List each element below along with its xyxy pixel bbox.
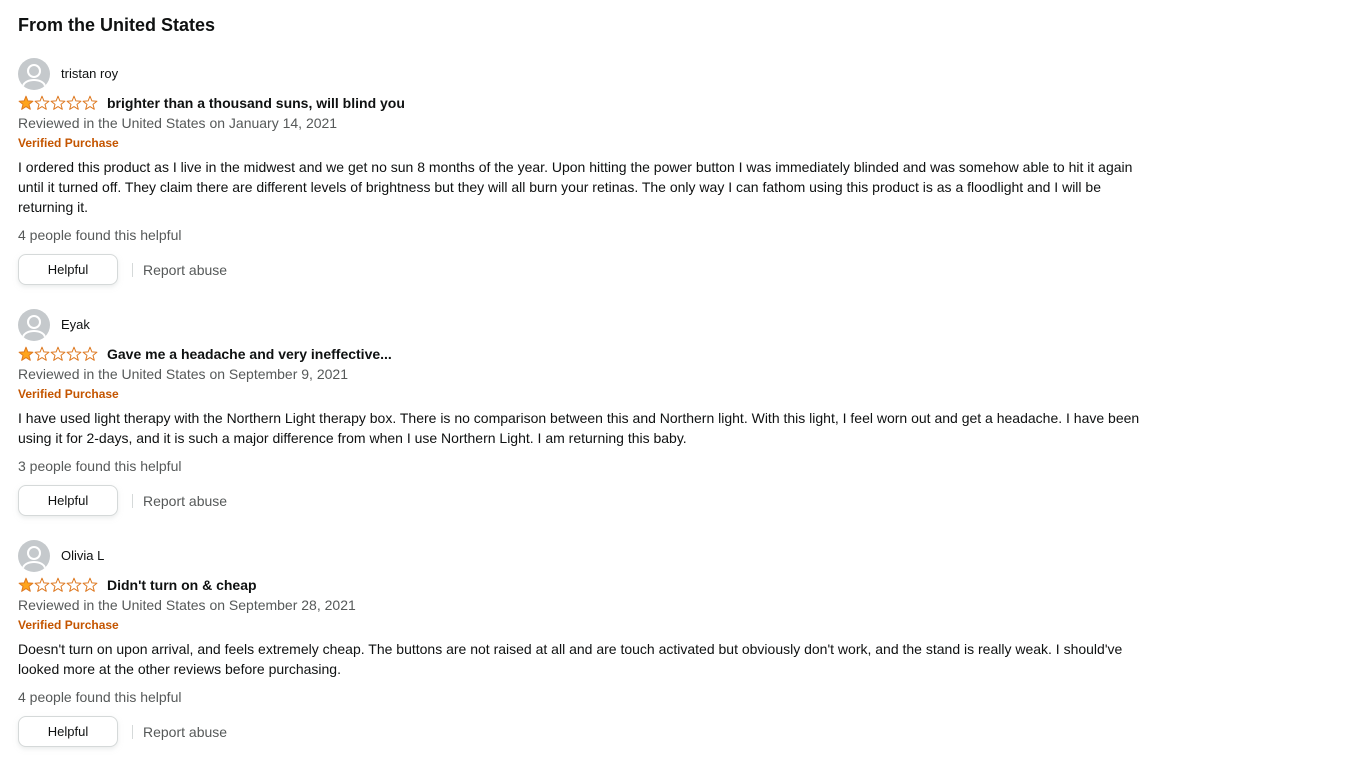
star-empty-icon <box>82 577 98 592</box>
reviewer-profile[interactable]: Eyak <box>18 309 1148 341</box>
review-card: tristan roy brighter than a thousand sun… <box>18 58 1148 285</box>
reviewer-name[interactable]: Eyak <box>61 317 90 333</box>
review-title[interactable]: Gave me a headache and very ineffective.… <box>107 344 392 364</box>
verified-purchase-badge[interactable]: Verified Purchase <box>18 384 1148 404</box>
star-empty-icon <box>50 346 66 361</box>
avatar-icon <box>18 58 50 90</box>
helpful-button[interactable]: Helpful <box>18 254 118 285</box>
divider <box>132 493 133 508</box>
star-rating[interactable] <box>18 95 98 111</box>
review-title[interactable]: Didn't turn on & cheap <box>107 575 257 595</box>
review-body: I have used light therapy with the North… <box>18 410 1140 446</box>
report-abuse-link[interactable]: Report abuse <box>143 491 227 511</box>
star-filled-icon <box>18 577 34 592</box>
star-empty-icon <box>82 95 98 110</box>
report-abuse-link[interactable]: Report abuse <box>143 722 227 742</box>
reviewer-profile[interactable]: Olivia L <box>18 540 1148 572</box>
reviewer-profile[interactable]: tristan roy <box>18 58 1148 90</box>
star-empty-icon <box>50 577 66 592</box>
helpful-button[interactable]: Helpful <box>18 485 118 516</box>
review-body: I ordered this product as I live in the … <box>18 159 1133 215</box>
divider <box>132 724 133 739</box>
star-empty-icon <box>82 346 98 361</box>
review-date: Reviewed in the United States on January… <box>18 115 338 131</box>
star-empty-icon <box>66 577 82 592</box>
helpful-count: 4 people found this helpful <box>18 689 182 705</box>
review-card: Eyak Gave me a headache and very ineffec… <box>18 309 1148 516</box>
review-title[interactable]: brighter than a thousand suns, will blin… <box>107 93 405 113</box>
star-empty-icon <box>34 577 50 592</box>
star-filled-icon <box>18 346 34 361</box>
star-rating[interactable] <box>18 577 98 593</box>
review-card: Olivia L Didn't turn on & cheap Reviewed… <box>18 540 1148 747</box>
verified-purchase-badge[interactable]: Verified Purchase <box>18 133 1148 153</box>
reviewer-name[interactable]: tristan roy <box>61 66 118 82</box>
star-empty-icon <box>34 346 50 361</box>
star-rating[interactable] <box>18 346 98 362</box>
reviewer-name[interactable]: Olivia L <box>61 548 104 564</box>
section-title: From the United States <box>18 15 216 35</box>
divider <box>132 262 133 277</box>
avatar-icon <box>18 309 50 341</box>
report-abuse-link[interactable]: Report abuse <box>143 260 227 280</box>
review-date: Reviewed in the United States on Septemb… <box>18 597 356 613</box>
verified-purchase-badge[interactable]: Verified Purchase <box>18 615 1148 635</box>
helpful-button[interactable]: Helpful <box>18 716 118 747</box>
star-empty-icon <box>34 95 50 110</box>
review-date: Reviewed in the United States on Septemb… <box>18 366 348 382</box>
star-empty-icon <box>50 95 66 110</box>
star-empty-icon <box>66 346 82 361</box>
helpful-count: 3 people found this helpful <box>18 458 182 474</box>
star-empty-icon <box>66 95 82 110</box>
review-body: Doesn't turn on upon arrival, and feels … <box>18 641 1123 677</box>
star-filled-icon <box>18 95 34 110</box>
avatar-icon <box>18 540 50 572</box>
helpful-count: 4 people found this helpful <box>18 227 182 243</box>
